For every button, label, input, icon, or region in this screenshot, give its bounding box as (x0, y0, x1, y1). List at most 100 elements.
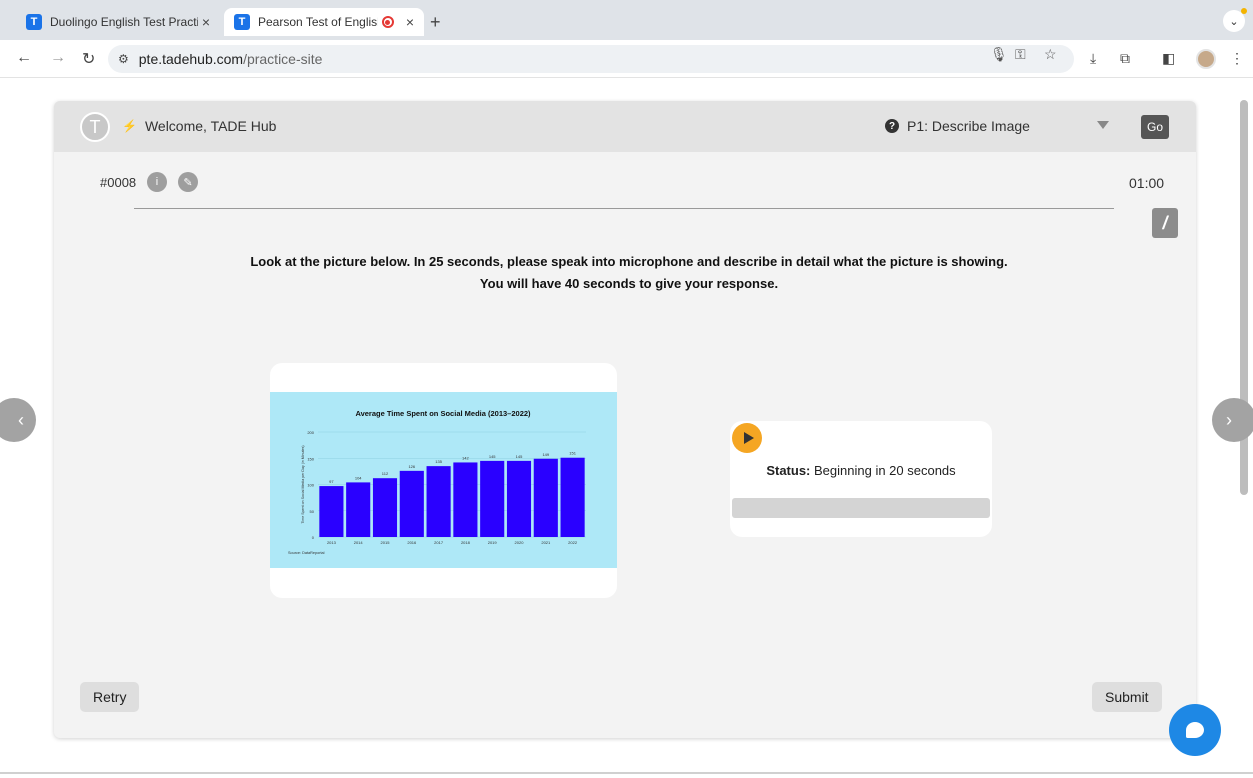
user-avatar: T (80, 112, 110, 142)
bar (453, 462, 478, 537)
x-tick-label: 2022 (568, 540, 578, 545)
recorder-card: Status: Beginning in 20 seconds (730, 421, 992, 537)
chevron-left-icon: ‹ (18, 409, 24, 430)
notification-dot (1241, 8, 1247, 14)
edit-note-icon[interactable]: ✎ (178, 172, 198, 192)
chat-bubble-icon (1186, 722, 1204, 738)
card-header: T ⚡ Welcome, TADE Hub ? P1: Describe Ima… (54, 101, 1196, 152)
instruction-line: You will have 40 seconds to give your re… (479, 276, 779, 291)
y-tick-label: 150 (307, 456, 314, 461)
x-tick-label: 2019 (488, 540, 498, 545)
back-arrow-icon[interactable]: ← (16, 49, 32, 67)
bar (506, 460, 532, 537)
recording-progress-bar (732, 498, 990, 518)
dropdown-caret-icon[interactable] (1097, 121, 1109, 129)
chart-title: Average Time Spent on Social Media (2013… (355, 409, 531, 418)
bar (319, 486, 344, 537)
tab-pearson[interactable]: T Pearson Test of English P × (224, 8, 424, 36)
bolt-icon: ⚡ (122, 119, 137, 133)
welcome-message: ⚡ Welcome, TADE Hub (122, 118, 276, 134)
bar (399, 470, 424, 537)
bar-value-label: 145 (489, 454, 496, 459)
bar-value-label: 149 (542, 452, 549, 457)
bar-value-label: 126 (408, 464, 415, 469)
tab-close-icon[interactable]: × (202, 14, 210, 30)
bar-value-label: 97 (329, 479, 334, 484)
question-id: #0008 (100, 175, 137, 190)
reload-icon[interactable]: ↻ (82, 49, 95, 69)
address-bar[interactable]: ⚙ pte.tadehub.com/practice-site (108, 45, 1074, 73)
bar-value-label: 142 (462, 455, 469, 460)
info-icon[interactable]: i (147, 172, 167, 192)
status-text: Beginning in 20 seconds (814, 463, 956, 478)
bar (560, 457, 585, 537)
tab-search-button[interactable]: ⌄ (1223, 8, 1247, 32)
bar-value-label: 135 (435, 459, 442, 464)
x-tick-label: 2017 (434, 540, 444, 545)
bar-value-label: 145 (516, 454, 523, 459)
microphone-icon[interactable]: 🎙 (990, 46, 1008, 63)
bar-value-label: 104 (355, 475, 362, 480)
question-image-card: Average Time Spent on Social Media (2013… (270, 363, 617, 598)
next-question-button[interactable]: › (1212, 398, 1253, 442)
status-label: Status: (766, 463, 811, 478)
download-icon[interactable]: ⤓ (1090, 50, 1096, 67)
countdown-timer: 01:00 (1129, 175, 1165, 191)
task-label: P1: Describe Image (907, 118, 1030, 134)
page-bottom-border (0, 772, 1253, 774)
recording-icon (381, 16, 394, 28)
x-tick-label: 2021 (541, 540, 551, 545)
play-icon[interactable] (732, 423, 762, 453)
bookmark-star-icon[interactable]: ☆ (1044, 46, 1057, 63)
profile-avatar[interactable] (1196, 49, 1216, 69)
browser-tab-bar: T Duolingo English Test Practic × T Pear… (0, 0, 1253, 40)
divider (134, 208, 1114, 209)
x-tick-label: 2013 (327, 540, 337, 545)
chart-source: Source: DataReportal (288, 551, 325, 555)
help-icon: ? (885, 119, 899, 133)
menu-icon[interactable]: ⋮ (1230, 50, 1244, 67)
y-tick-label: 0 (312, 535, 315, 540)
chevron-down-icon: ⌄ (1229, 15, 1239, 28)
forward-arrow-icon[interactable]: → (50, 49, 66, 67)
x-tick-label: 2014 (354, 540, 364, 545)
x-tick-label: 2018 (461, 540, 471, 545)
tab-duolingo[interactable]: T Duolingo English Test Practic × (16, 8, 220, 36)
bar (426, 466, 451, 537)
bar (372, 478, 398, 537)
tab-close-icon[interactable]: × (406, 14, 414, 30)
y-axis-label: Time Spent on Social Media per Day (in M… (301, 445, 305, 523)
go-button[interactable]: Go (1141, 115, 1169, 139)
chat-button[interactable] (1169, 704, 1221, 756)
tab-title: Pearson Test of English P (258, 15, 378, 29)
retry-button[interactable]: Retry (80, 682, 140, 712)
y-tick-label: 100 (307, 483, 314, 488)
browser-toolbar: ← → ↻ ⚙ pte.tadehub.com/practice-site 🎙 … (0, 40, 1253, 78)
tab-favicon: T (234, 14, 250, 30)
submit-button[interactable]: Submit (1092, 682, 1162, 712)
password-key-icon[interactable]: ⚿ (1015, 46, 1026, 63)
x-tick-label: 2015 (381, 540, 391, 545)
notepad-icon[interactable]: / (1152, 208, 1178, 238)
chart-image: Average Time Spent on Social Media (2013… (270, 392, 617, 568)
side-panel-icon[interactable]: ◧ (1162, 50, 1175, 67)
site-settings-icon[interactable]: ⚙ (118, 52, 129, 66)
new-tab-button[interactable]: + (430, 12, 441, 33)
x-tick-label: 2020 (515, 540, 525, 545)
y-tick-label: 50 (310, 509, 315, 514)
tab-title: Duolingo English Test Practic (50, 15, 198, 29)
y-tick-label: 200 (307, 430, 314, 435)
chevron-right-icon: › (1226, 409, 1232, 430)
instruction-line: Look at the picture below. In 25 seconds… (250, 254, 1008, 269)
bar-value-label: 151 (569, 451, 576, 456)
extensions-icon[interactable]: ⧉ (1120, 50, 1130, 67)
instructions: Look at the picture below. In 25 seconds… (154, 251, 1104, 295)
task-selector[interactable]: ? P1: Describe Image (885, 118, 1030, 134)
bar (533, 458, 558, 537)
tab-favicon: T (26, 14, 42, 30)
recorder-status: Status: Beginning in 20 seconds (730, 463, 992, 478)
url-path: /practice-site (243, 51, 323, 67)
x-tick-label: 2016 (407, 540, 417, 545)
bar (346, 482, 371, 537)
bar-value-label: 112 (382, 471, 389, 476)
